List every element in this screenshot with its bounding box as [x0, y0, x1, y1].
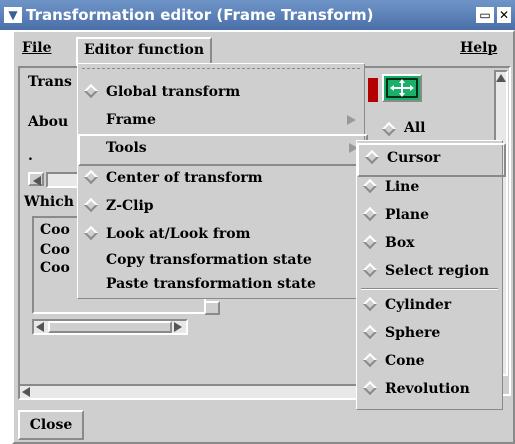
radio-indicator-icon: [362, 234, 378, 250]
radio-indicator-icon: [364, 149, 380, 165]
tool-sphere[interactable]: Sphere: [357, 319, 502, 347]
tool-cursor[interactable]: Cursor: [357, 143, 506, 177]
submenu-arrow-icon: [347, 115, 356, 125]
radio-indicator-icon: [83, 83, 99, 99]
list-item[interactable]: Coo: [40, 222, 70, 238]
menu-item-look-at[interactable]: Look at/Look from: [78, 220, 364, 248]
menu-item-paste-state[interactable]: Paste transformation state: [78, 270, 364, 298]
tool-plane[interactable]: Plane: [357, 201, 502, 229]
cursor-tool-button[interactable]: [382, 74, 422, 102]
tool-cylinder[interactable]: Cylinder: [357, 291, 502, 319]
menu-item-center-of-transform[interactable]: Center of transform: [78, 164, 364, 192]
arrow-left-icon: [22, 387, 30, 397]
main-hscrollbar[interactable]: [18, 384, 358, 400]
title-bar[interactable]: ▼ Transformation editor (Frame Transform…: [0, 0, 515, 30]
all-option[interactable]: All: [381, 116, 502, 142]
accent-mark: [368, 78, 378, 102]
radio-indicator-icon: [362, 262, 378, 278]
menu-separator: [361, 288, 498, 290]
radio-indicator-icon: [83, 197, 99, 213]
radio-indicator-icon: [83, 169, 99, 185]
all-option-label: All: [404, 120, 426, 136]
menu-file[interactable]: File: [16, 37, 57, 63]
tool-line[interactable]: Line: [357, 173, 502, 201]
tearoff-line[interactable]: [82, 68, 360, 69]
radio-indicator-icon: [362, 296, 378, 312]
menu-bar: File Editor function Help: [14, 32, 513, 67]
list-item[interactable]: Coo: [40, 242, 70, 258]
tool-revolution[interactable]: Revolution: [357, 375, 502, 403]
minimize-icon[interactable]: ▭: [476, 7, 494, 23]
tool-select-region[interactable]: Select region: [357, 257, 502, 285]
menu-item-frame[interactable]: Frame: [78, 106, 364, 134]
tools-submenu: Cursor Line Plane Box Select region Cyli…: [356, 140, 506, 410]
list-hscroll-thumb[interactable]: [48, 321, 172, 333]
scroll-left-button[interactable]: [28, 172, 44, 186]
radio-indicator-icon: [362, 206, 378, 222]
radio-indicator-icon: [362, 380, 378, 396]
menu-item-z-clip[interactable]: Z-Clip: [78, 192, 364, 220]
radio-indicator-icon: [83, 225, 99, 241]
menu-item-tools[interactable]: Tools: [78, 134, 368, 166]
window-menu-icon[interactable]: ▼: [4, 7, 22, 23]
arrow-left-icon: [36, 322, 44, 332]
radio-indicator-icon: [362, 178, 378, 194]
arrow-right-icon: [174, 322, 182, 332]
radio-indicator-icon: [362, 352, 378, 368]
menu-item-global-transform[interactable]: Global transform: [78, 78, 364, 106]
tool-cone[interactable]: Cone: [357, 347, 502, 375]
window-title: Transformation editor (Frame Transform): [26, 6, 374, 24]
which-label: Which: [24, 194, 74, 210]
radio-indicator-icon: [362, 324, 378, 340]
move-arrows-icon: [386, 78, 418, 98]
close-button[interactable]: Close: [18, 410, 84, 440]
about-label: Abou: [28, 114, 69, 130]
editor-function-menu: Global transform Frame Tools Center of t…: [77, 63, 368, 299]
list-hscrollbar[interactable]: [32, 319, 188, 335]
close-button-label: Close: [29, 417, 73, 433]
trans-label: Trans: [28, 74, 72, 90]
arrow-left-icon: [33, 176, 41, 186]
radio-indicator-icon: [381, 121, 397, 137]
close-icon[interactable]: ✕: [497, 7, 511, 23]
dot-label: .: [28, 148, 33, 164]
menu-help[interactable]: Help: [454, 37, 503, 63]
arrow-up-icon: [496, 74, 506, 82]
list-item[interactable]: Coo: [40, 260, 70, 276]
tool-box[interactable]: Box: [357, 229, 502, 257]
list-scroll-down-button[interactable]: [204, 301, 220, 315]
